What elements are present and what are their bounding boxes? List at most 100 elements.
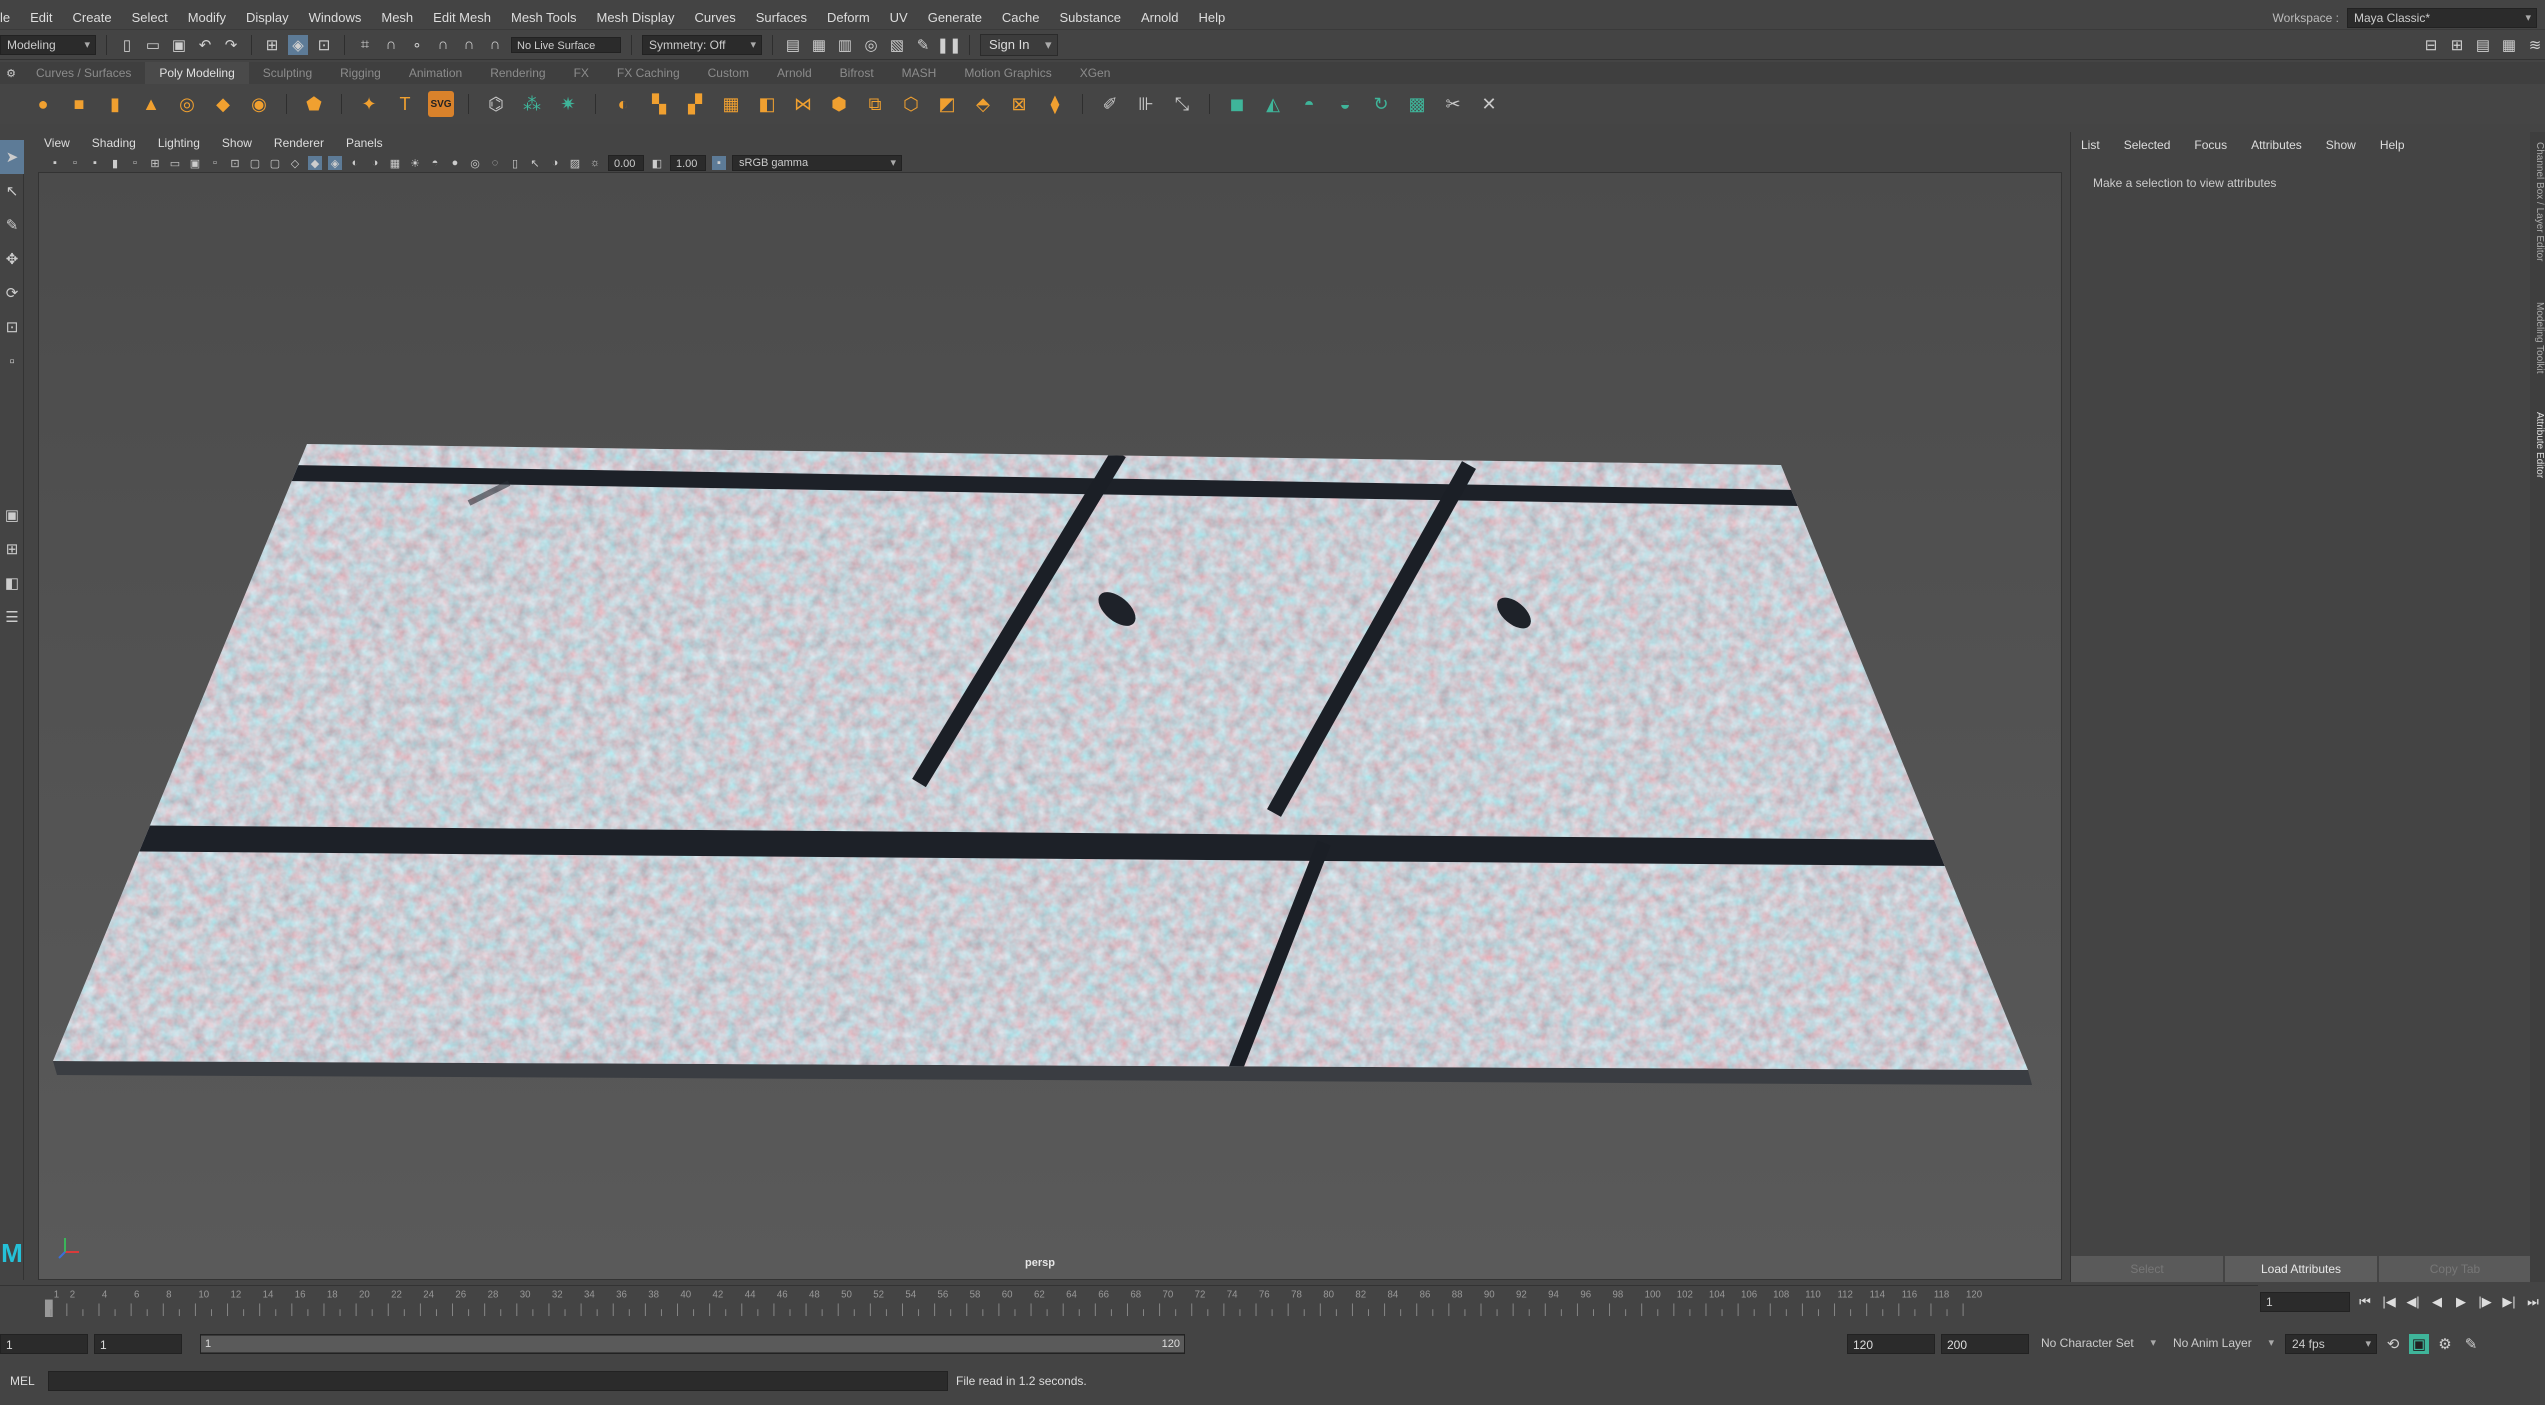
hypershade-icon[interactable]: ▧	[887, 35, 907, 55]
four-view-icon[interactable]: ⊞	[0, 532, 24, 566]
prefs-icon[interactable]: ✎	[2461, 1334, 2481, 1354]
center-pivot-icon[interactable]: ✷	[555, 91, 581, 117]
ae-menu-focus[interactable]: Focus	[2194, 138, 2227, 152]
auto-map-icon[interactable]: ↻	[1368, 91, 1394, 117]
platonic-solid-icon[interactable]: ⬟	[301, 91, 327, 117]
spherical-map-icon[interactable]: ◒	[1332, 91, 1358, 117]
lasso-tool-icon[interactable]: ↖	[0, 174, 24, 208]
bridge-icon[interactable]: ⧉	[862, 91, 888, 117]
planar-map-icon[interactable]: ◭	[1260, 91, 1286, 117]
hud-icon[interactable]: ↖	[528, 156, 542, 170]
tab-custom[interactable]: Custom	[694, 62, 763, 84]
poly-cone-icon[interactable]: ▲	[138, 91, 164, 117]
cylindrical-map-icon[interactable]: ◓	[1296, 91, 1322, 117]
layout-icon[interactable]: ⊟	[2421, 35, 2441, 55]
fps-dropdown[interactable]: 24 fps	[2285, 1334, 2377, 1354]
channel-box-icon[interactable]: ≋	[2525, 35, 2545, 55]
step-back-key-icon[interactable]: |◀	[2380, 1294, 2398, 1310]
isolate-select-icon[interactable]: ◌	[488, 156, 502, 170]
multi-cut-icon[interactable]: ✐	[1097, 91, 1123, 117]
arnold-render-icon[interactable]: ✎	[913, 35, 933, 55]
new-scene-icon[interactable]: ▯	[117, 35, 137, 55]
menu-create[interactable]: Create	[63, 5, 122, 30]
playback-end-field[interactable]: 120	[1847, 1334, 1935, 1354]
select-camera-icon[interactable]: ▪	[48, 156, 62, 170]
textured-icon[interactable]: ◈	[328, 156, 342, 170]
modeling-toolkit-tab[interactable]: Modeling Toolkit	[2530, 302, 2545, 374]
render-settings-icon[interactable]: ◎	[861, 35, 881, 55]
lights-icon[interactable]: ◐	[348, 156, 362, 170]
gamma-icon[interactable]: ◧	[650, 156, 664, 170]
menu-cache[interactable]: Cache	[992, 5, 1050, 30]
tab-fx[interactable]: FX	[560, 62, 603, 84]
tab-rendering[interactable]: Rendering	[476, 62, 559, 84]
attribute-editor-icon[interactable]: ▤	[2473, 35, 2493, 55]
load-attributes-button[interactable]: Load Attributes	[2225, 1256, 2377, 1282]
camera-attributes-icon[interactable]: ▪	[88, 156, 102, 170]
anim-prefs-icon[interactable]: ⚙	[2435, 1334, 2455, 1354]
ae-menu-help[interactable]: Help	[2380, 138, 2405, 152]
tab-poly-modeling[interactable]: Poly Modeling	[145, 62, 249, 84]
select-component-icon[interactable]: ⊡	[314, 35, 334, 55]
attribute-editor-tab[interactable]: Attribute Editor	[2530, 412, 2545, 478]
ae-menu-show[interactable]: Show	[2326, 138, 2356, 152]
paint-select-icon[interactable]: ✎	[0, 208, 24, 242]
motion-blur-icon[interactable]: ◓	[428, 156, 442, 170]
bookmarks-icon[interactable]: ▮	[108, 156, 122, 170]
viewport-menu-lighting[interactable]: Lighting	[158, 136, 200, 150]
scale-tool-icon[interactable]: ⊡	[0, 310, 24, 344]
snap-grid-icon[interactable]: ⌗	[355, 35, 375, 55]
svg-tool-icon[interactable]: SVG	[428, 91, 454, 117]
sew-uv-icon[interactable]: ✕	[1476, 91, 1502, 117]
image-plane-icon[interactable]: ▫	[128, 156, 142, 170]
lock-camera-icon[interactable]: ▫	[68, 156, 82, 170]
gate-mask-icon[interactable]: ▫	[208, 156, 222, 170]
redo-icon[interactable]: ↷	[221, 35, 241, 55]
playback-start-field[interactable]: 1	[94, 1334, 182, 1354]
exposure-reset-icon[interactable]: ☼	[588, 156, 602, 170]
last-tool-icon[interactable]: ▫	[0, 344, 24, 378]
ipr-render-icon[interactable]: ▥	[835, 35, 855, 55]
tab-curves-surfaces[interactable]: Curves / Surfaces	[22, 62, 145, 84]
menu-mesh[interactable]: Mesh	[371, 5, 423, 30]
3d-viewport[interactable]	[38, 172, 2062, 1280]
append-icon[interactable]: ◩	[934, 91, 960, 117]
step-forward-frame-icon[interactable]: |▶	[2476, 1294, 2494, 1310]
xray-joints-icon[interactable]: ▯	[508, 156, 522, 170]
anim-layer-dropdown[interactable]: No Anim Layer	[2167, 1334, 2279, 1354]
select-button[interactable]: Select	[2071, 1256, 2223, 1282]
menu-generate[interactable]: Generate	[918, 5, 992, 30]
target-weld-icon[interactable]: ⤡	[1169, 91, 1195, 117]
snap-point-icon[interactable]: ∘	[407, 35, 427, 55]
extract-icon[interactable]: ▞	[682, 91, 708, 117]
menu-deform[interactable]: Deform	[817, 5, 880, 30]
extrude-icon[interactable]: ⬡	[898, 91, 924, 117]
current-time-marker[interactable]	[44, 1299, 53, 1317]
combine-icon[interactable]: ◐	[610, 91, 636, 117]
loop-icon[interactable]: ⟲	[2383, 1334, 2403, 1354]
poly-cylinder-icon[interactable]: ▮	[102, 91, 128, 117]
gamma-toggle-icon[interactable]: ▨	[568, 156, 582, 170]
character-set-dropdown[interactable]: No Character Set	[2035, 1334, 2161, 1354]
menu-modify[interactable]: Modify	[178, 5, 236, 30]
film-gate-icon[interactable]: ▭	[168, 156, 182, 170]
current-frame-field[interactable]: 1	[2260, 1292, 2350, 1312]
animation-start-field[interactable]: 1	[0, 1334, 88, 1354]
shadows-icon[interactable]: ◑	[368, 156, 382, 170]
tab-animation[interactable]: Animation	[395, 62, 476, 84]
menu-file[interactable]: le	[0, 5, 20, 30]
type-tool-icon[interactable]: T	[392, 91, 418, 117]
viewport-menu-panels[interactable]: Panels	[346, 136, 383, 150]
menu-edit[interactable]: Edit	[20, 5, 62, 30]
viewport-menu-view[interactable]: View	[44, 136, 70, 150]
viewport-menu-renderer[interactable]: Renderer	[274, 136, 324, 150]
ae-menu-attributes[interactable]: Attributes	[2251, 138, 2302, 152]
pause-render-icon[interactable]: ❚❚	[936, 35, 961, 55]
menu-edit-mesh[interactable]: Edit Mesh	[423, 5, 501, 30]
viewport-menu-shading[interactable]: Shading	[92, 136, 136, 150]
tab-motion-graphics[interactable]: Motion Graphics	[950, 62, 1065, 84]
poly-torus-icon[interactable]: ◎	[174, 91, 200, 117]
gamma-field[interactable]: 1.00	[670, 155, 706, 171]
menu-help[interactable]: Help	[1189, 5, 1236, 30]
depth-of-field-icon[interactable]: ◎	[468, 156, 482, 170]
